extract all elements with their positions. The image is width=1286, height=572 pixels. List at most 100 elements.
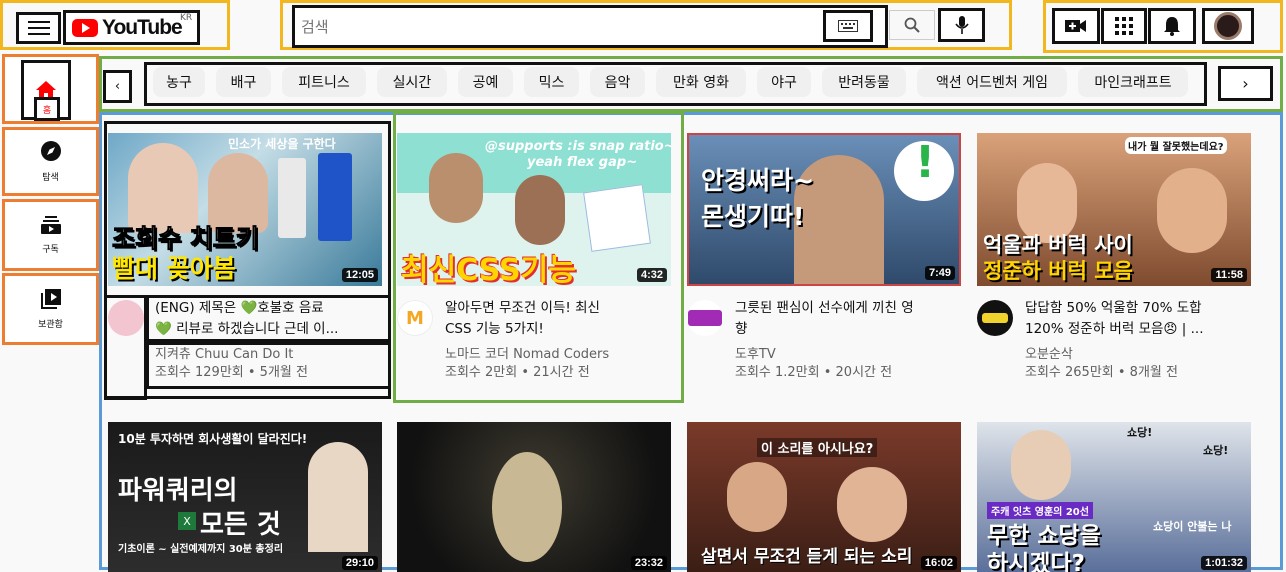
chip[interactable]: 만화 영화 [656,67,746,97]
video-duration: 11:58 [1211,268,1247,282]
thumbnail-person [515,175,565,245]
video-thumbnail[interactable]: @supports :is snap ratio~ yeah flex gap~… [397,133,671,286]
channel-name[interactable]: 도후TV [735,345,776,365]
chip[interactable]: 마인크래프트 [1078,67,1188,97]
thumbnail-title: 하시겠다? [987,551,1085,572]
youtube-logo[interactable]: YouTube KR [63,10,200,45]
keyboard-icon [838,20,858,32]
chip[interactable]: 액션 어드벤처 게임 [917,67,1067,97]
thumbnail-caption: @supports :is snap ratio~ [485,139,671,154]
video-duration: 29:10 [341,556,378,570]
chevron-right-icon: › [1242,74,1249,93]
sidebar-item-subscriptions[interactable]: 구독 [2,199,99,271]
channel-name[interactable]: 노마드 코더 Nomad Coders [445,345,609,365]
chip[interactable]: 믹스 [524,67,579,97]
video-meta: 조회수 129만회 • 5개월 전 [155,365,308,380]
video-title[interactable]: 알아두면 무조건 이득! 최신 CSS 기능 5가지! [445,298,600,340]
video-thumbnail[interactable]: ! 안경써라~ 몬생기따! 7:49 [687,133,961,286]
thumbnail-caption: 쇼당! [1203,444,1229,457]
video-thumbnail[interactable]: 쇼당! 쇼당! 쇼당이 안불는 나 주캐 잇츠 영훈의 20선 무한 쇼당을 하… [977,422,1251,572]
chip[interactable]: 공예 [458,67,513,97]
channel-name[interactable]: 오분순삭 [1025,345,1073,365]
thumbnail-caption: 이 소리를 아시나요? [757,438,878,457]
video-title[interactable]: 답답함 50% 억울함 70% 도합 120% 정준하 버럭 모음😠 | ... [1025,298,1204,340]
sidebar-item-explore[interactable]: 탐색 [2,127,99,196]
video-thumbnail[interactable]: 10분 투자하면 회사생활이 달라진다! 파워쿼리의 모든 것 X 기초이론 ~… [108,422,382,572]
chip[interactable]: 농구 [153,67,205,97]
sidebar-item-label: 보관함 [38,319,63,330]
compass-icon [40,141,61,161]
title-line: 그릇된 팬심이 선수에게 끼친 영 [735,300,914,316]
thumbnail-can [278,158,306,238]
video-duration: 12:05 [341,268,378,282]
thumbnail-person [837,467,907,542]
video-meta: 조회수 1.2만회 • 20시간 전 [735,365,893,380]
video-thumbnail[interactable]: 23:32 [397,422,671,572]
menu-button[interactable] [16,12,61,44]
channel-name[interactable]: 지켜츄 Chuu Can Do It [155,345,293,365]
thumbnail-paper [583,184,651,252]
chip[interactable]: 야구 [757,67,811,97]
thumbnail-person [429,153,483,223]
title-line: CSS 기능 5가지! [445,321,544,337]
video-duration: 23:32 [630,556,667,570]
thumbnail-person [308,442,368,552]
thumbnail-title: 살면서 무조건 듣게 되는 소리 [701,547,913,567]
video-title[interactable]: (ENG) 제목은 💚호불호 음료 💚 리뷰로 하겠습니다 근데 이... [155,298,338,340]
chevron-left-icon: ‹ [114,79,121,94]
chip[interactable]: 배구 [216,67,271,97]
title-line: 향 [735,321,748,337]
title-line: 답답함 50% 억울함 70% 도합 [1025,300,1202,316]
video-thumbnail[interactable]: 민소가 세상을 구한다 조회수 치트키 빨대 꽂아봄 12:05 [108,133,382,286]
search-input[interactable] [301,13,821,41]
sidebar-home-label: 홈 [34,97,60,121]
thumbnail-person [727,462,787,532]
excel-icon: X [178,512,196,530]
thumbnail-caption: 10분 투자하면 회사생활이 달라진다! [118,432,308,446]
chip[interactable]: 반려동물 [822,67,906,97]
chip[interactable]: 실시간 [377,67,447,97]
obunsunsak-logo-icon [982,313,1008,323]
logo-region: KR [180,13,193,23]
title-line: 💚 리뷰로 하겠습니다 근데 이... [155,321,339,337]
video-thumbnail[interactable]: 이 소리를 아시나요? 살면서 무조건 듣게 되는 소리 16:02 [687,422,961,572]
avatar-icon [1214,12,1242,40]
thumbnail-title: 빨대 꽂아봄 [112,254,236,283]
sidebar-item-label: 구독 [42,244,59,255]
search-box[interactable] [292,5,888,48]
bell-icon [1164,17,1180,36]
exclamation-icon: ! [915,137,936,188]
voice-search-button[interactable] [938,8,985,42]
channel-avatar[interactable] [108,300,144,336]
channel-avatar[interactable] [687,300,723,336]
thumbnail-title: 정준하 버럭 모음 [983,259,1133,283]
account-button[interactable] [1202,8,1254,44]
thumbnail-title: 최신CSS기능 [401,253,576,286]
thumbnail-title: 몬생기따! [701,202,805,231]
keyboard-button[interactable] [823,10,873,42]
video-meta: 조회수 265만회 • 8개월 전 [1025,365,1178,380]
thumbnail-can [318,153,352,241]
chip[interactable]: 피트니스 [282,67,366,97]
notifications-button[interactable] [1148,8,1196,44]
chip[interactable]: 음악 [590,67,645,97]
chips-next-button[interactable]: › [1218,66,1273,101]
video-title[interactable]: 그릇된 팬심이 선수에게 끼친 영 향 [735,298,914,340]
thumbnail-caption: yeah flex gap~ [527,155,638,170]
thumbnail-person [1011,430,1071,500]
search-button[interactable] [889,10,935,40]
thumbnail-caption: 민소가 세상을 구한다 [228,137,336,151]
thumbnail-caption: 쇼당! [1127,426,1153,439]
channel-avatar[interactable] [977,300,1013,336]
library-icon [40,288,61,309]
video-meta: 조회수 2만회 • 21시간 전 [445,365,590,380]
sidebar-item-library[interactable]: 보관함 [2,273,99,345]
channel-avatar[interactable]: M [397,300,433,336]
apps-button[interactable] [1101,8,1147,44]
chips-prev-button[interactable]: ‹ [103,70,132,103]
video-create-icon [1065,20,1086,32]
thumbnail-caption: 쇼당이 안불는 나 [1153,520,1232,533]
video-thumbnail[interactable]: 내가 뭘 잘못했는데요? 억울과 버럭 사이 정준하 버럭 모음 11:58 [977,133,1251,286]
dohu-logo-icon [688,310,722,326]
create-button[interactable] [1052,8,1100,44]
